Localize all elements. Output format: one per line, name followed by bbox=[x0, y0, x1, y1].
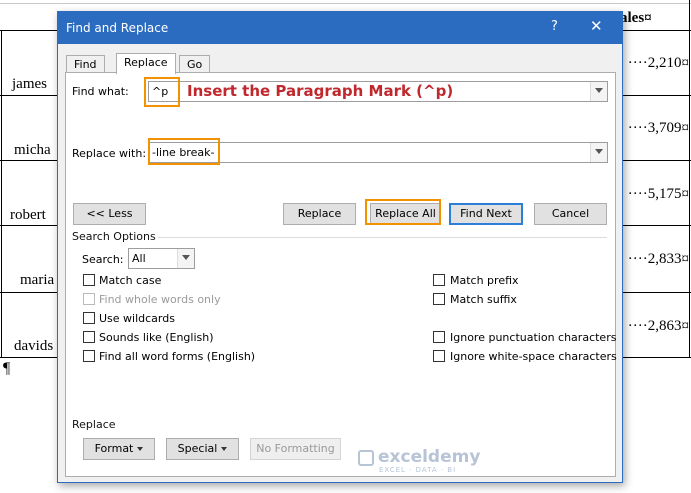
table-border bbox=[1, 30, 2, 358]
replace-with-label: Replace with: bbox=[72, 147, 147, 160]
special-button[interactable]: Special bbox=[166, 438, 239, 460]
tab-replace-label: Replace bbox=[124, 56, 168, 69]
name-cell: micha bbox=[14, 142, 51, 158]
name-cell: davids bbox=[14, 338, 54, 354]
sales-cell: ····2,863¤ bbox=[627, 318, 689, 334]
format-button-label: Format bbox=[94, 442, 134, 455]
close-icon[interactable]: ✕ bbox=[590, 17, 603, 35]
highlight-box bbox=[148, 138, 220, 165]
highlight-box bbox=[365, 199, 441, 225]
sales-cell: ····5,175¤ bbox=[627, 186, 689, 202]
match-case-label[interactable]: Match case bbox=[99, 274, 161, 287]
whole-words-label: Find whole words only bbox=[99, 293, 221, 306]
title-bar[interactable]: Find and Replace ? ✕ bbox=[58, 12, 622, 44]
word-forms-checkbox[interactable] bbox=[83, 350, 95, 362]
dropdown-arrow-icon bbox=[221, 447, 228, 451]
sales-cell: ····2,210¤ bbox=[627, 55, 689, 71]
paragraph-mark: ¶ bbox=[3, 360, 11, 377]
watermark-name: exceldemy bbox=[378, 447, 481, 467]
exceldemy-logo-icon bbox=[358, 450, 374, 466]
sales-cell: ····2,833¤ bbox=[627, 251, 689, 267]
ignore-whitespace-label[interactable]: Ignore white-space characters bbox=[450, 350, 617, 363]
ignore-whitespace-checkbox[interactable] bbox=[433, 350, 445, 362]
dropdown-arrow-icon bbox=[137, 447, 144, 451]
tab-find-label: Find bbox=[74, 58, 97, 71]
search-direction-select[interactable]: All bbox=[128, 248, 195, 269]
header-cell-fragment: ales¤ bbox=[620, 10, 652, 26]
less-button[interactable]: << Less bbox=[73, 203, 146, 225]
annotation-prefix: Insert the bbox=[187, 82, 276, 100]
word-forms-label[interactable]: Find all word forms (English) bbox=[99, 350, 255, 363]
find-what-label: Find what: bbox=[72, 85, 129, 98]
sounds-like-checkbox[interactable] bbox=[83, 331, 95, 343]
match-prefix-checkbox[interactable] bbox=[433, 274, 445, 286]
match-suffix-checkbox[interactable] bbox=[433, 293, 445, 305]
tab-replace[interactable]: Replace bbox=[116, 53, 176, 74]
name-cell: robert bbox=[10, 207, 46, 223]
format-button[interactable]: Format bbox=[83, 438, 155, 460]
table-border bbox=[689, 0, 690, 358]
dialog-title: Find and Replace bbox=[66, 21, 169, 35]
no-formatting-button: No Formatting bbox=[250, 438, 341, 460]
match-suffix-label[interactable]: Match suffix bbox=[450, 293, 517, 306]
replace-button[interactable]: Replace bbox=[283, 203, 356, 225]
name-cell: james bbox=[12, 76, 47, 92]
search-direction-label: Search: bbox=[82, 253, 124, 266]
annotation-text: Insert the Paragraph Mark (^p) bbox=[187, 82, 453, 100]
help-icon[interactable]: ? bbox=[551, 19, 558, 34]
find-next-button[interactable]: Find Next bbox=[449, 203, 523, 225]
wildcards-checkbox[interactable] bbox=[83, 312, 95, 324]
ignore-punctuation-label[interactable]: Ignore punctuation characters bbox=[450, 331, 616, 344]
ruler bbox=[0, 0, 691, 4]
search-options-label: Search Options bbox=[72, 230, 156, 243]
chevron-down-icon[interactable] bbox=[590, 82, 607, 101]
whole-words-checkbox bbox=[83, 293, 95, 305]
ignore-punctuation-checkbox[interactable] bbox=[433, 331, 445, 343]
match-case-checkbox[interactable] bbox=[83, 274, 95, 286]
watermark-tagline: EXCEL · DATA · BI bbox=[379, 466, 457, 474]
wildcards-label[interactable]: Use wildcards bbox=[99, 312, 175, 325]
name-cell: maria bbox=[20, 272, 55, 288]
match-prefix-label[interactable]: Match prefix bbox=[450, 274, 519, 287]
chevron-down-icon[interactable] bbox=[177, 249, 194, 268]
sounds-like-label[interactable]: Sounds like (English) bbox=[99, 331, 214, 344]
replace-section-label: Replace bbox=[72, 418, 116, 431]
highlight-box bbox=[144, 77, 180, 107]
special-button-label: Special bbox=[177, 442, 218, 455]
sales-cell: ····3,709¤ bbox=[627, 120, 689, 136]
annotation-highlight: Paragraph Mark (^p) bbox=[275, 82, 454, 100]
divider bbox=[158, 237, 607, 238]
cancel-button[interactable]: Cancel bbox=[534, 203, 607, 225]
search-direction-value: All bbox=[132, 252, 146, 265]
chevron-down-icon[interactable] bbox=[590, 143, 607, 162]
find-replace-dialog: Find and Replace ? ✕ Find Replace Go To … bbox=[57, 11, 623, 483]
